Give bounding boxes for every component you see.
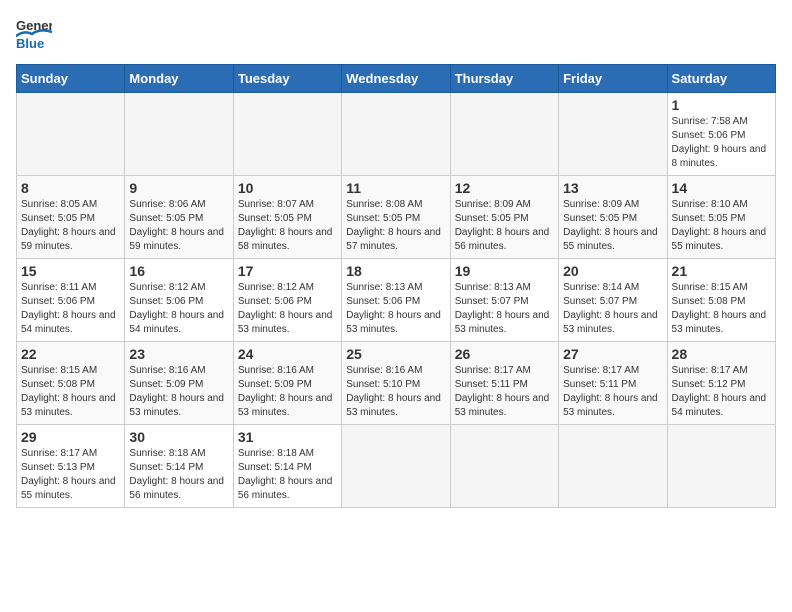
day-number: 25: [346, 346, 445, 362]
calendar-cell: 31 Sunrise: 8:18 AMSunset: 5:14 PMDaylig…: [233, 425, 341, 508]
weekday-header-monday: Monday: [125, 65, 233, 93]
day-number: 18: [346, 263, 445, 279]
day-info: Sunrise: 8:15 AMSunset: 5:08 PMDaylight:…: [21, 364, 120, 420]
calendar-cell: 11 Sunrise: 8:08 AMSunset: 5:05 PMDaylig…: [342, 176, 450, 259]
day-info: Sunrise: 8:18 AMSunset: 5:14 PMDaylight:…: [129, 447, 228, 503]
day-info: Sunrise: 8:12 AMSunset: 5:06 PMDaylight:…: [129, 281, 228, 337]
calendar-cell: 28 Sunrise: 8:17 AMSunset: 5:12 PMDaylig…: [667, 342, 775, 425]
day-info: Sunrise: 8:13 AMSunset: 5:06 PMDaylight:…: [346, 281, 445, 337]
calendar-cell: 13 Sunrise: 8:09 AMSunset: 5:05 PMDaylig…: [559, 176, 667, 259]
day-info: Sunrise: 8:13 AMSunset: 5:07 PMDaylight:…: [455, 281, 554, 337]
calendar-cell: [559, 93, 667, 176]
day-number: 17: [238, 263, 337, 279]
calendar-cell: [342, 425, 450, 508]
day-number: 29: [21, 429, 120, 445]
calendar-cell: 21 Sunrise: 8:15 AMSunset: 5:08 PMDaylig…: [667, 259, 775, 342]
day-number: 8: [21, 180, 120, 196]
day-number: 27: [563, 346, 662, 362]
day-info: Sunrise: 8:17 AMSunset: 5:12 PMDaylight:…: [672, 364, 771, 420]
calendar-cell: [450, 93, 558, 176]
day-info: Sunrise: 8:16 AMSunset: 5:09 PMDaylight:…: [129, 364, 228, 420]
calendar-cell: 24 Sunrise: 8:16 AMSunset: 5:09 PMDaylig…: [233, 342, 341, 425]
calendar-table: SundayMondayTuesdayWednesdayThursdayFrid…: [16, 64, 776, 508]
calendar-cell: 14 Sunrise: 8:10 AMSunset: 5:05 PMDaylig…: [667, 176, 775, 259]
weekday-header-friday: Friday: [559, 65, 667, 93]
day-info: Sunrise: 8:09 AMSunset: 5:05 PMDaylight:…: [563, 198, 662, 254]
day-info: Sunrise: 8:17 AMSunset: 5:13 PMDaylight:…: [21, 447, 120, 503]
svg-text:Blue: Blue: [16, 36, 44, 51]
day-info: Sunrise: 8:08 AMSunset: 5:05 PMDaylight:…: [346, 198, 445, 254]
day-info: Sunrise: 8:05 AMSunset: 5:05 PMDaylight:…: [21, 198, 120, 254]
weekday-header-thursday: Thursday: [450, 65, 558, 93]
calendar-cell: [667, 425, 775, 508]
page-header: General Blue: [16, 16, 776, 52]
day-info: Sunrise: 8:15 AMSunset: 5:08 PMDaylight:…: [672, 281, 771, 337]
weekday-header-wednesday: Wednesday: [342, 65, 450, 93]
calendar-cell: [450, 425, 558, 508]
day-number: 19: [455, 263, 554, 279]
day-number: 26: [455, 346, 554, 362]
day-number: 11: [346, 180, 445, 196]
calendar-cell: 19 Sunrise: 8:13 AMSunset: 5:07 PMDaylig…: [450, 259, 558, 342]
day-info: Sunrise: 8:07 AMSunset: 5:05 PMDaylight:…: [238, 198, 337, 254]
day-number: 28: [672, 346, 771, 362]
calendar-cell: [17, 93, 125, 176]
calendar-cell: [559, 425, 667, 508]
day-number: 9: [129, 180, 228, 196]
weekday-header-sunday: Sunday: [17, 65, 125, 93]
calendar-cell: 22 Sunrise: 8:15 AMSunset: 5:08 PMDaylig…: [17, 342, 125, 425]
calendar-cell: 16 Sunrise: 8:12 AMSunset: 5:06 PMDaylig…: [125, 259, 233, 342]
calendar-cell: 10 Sunrise: 8:07 AMSunset: 5:05 PMDaylig…: [233, 176, 341, 259]
calendar-cell: 25 Sunrise: 8:16 AMSunset: 5:10 PMDaylig…: [342, 342, 450, 425]
calendar-cell: 15 Sunrise: 8:11 AMSunset: 5:06 PMDaylig…: [17, 259, 125, 342]
calendar-cell: 17 Sunrise: 8:12 AMSunset: 5:06 PMDaylig…: [233, 259, 341, 342]
day-number: 30: [129, 429, 228, 445]
day-info: Sunrise: 8:17 AMSunset: 5:11 PMDaylight:…: [563, 364, 662, 420]
day-info: Sunrise: 8:12 AMSunset: 5:06 PMDaylight:…: [238, 281, 337, 337]
weekday-header-saturday: Saturday: [667, 65, 775, 93]
calendar-cell: [233, 93, 341, 176]
calendar-cell: 20 Sunrise: 8:14 AMSunset: 5:07 PMDaylig…: [559, 259, 667, 342]
calendar-cell: 23 Sunrise: 8:16 AMSunset: 5:09 PMDaylig…: [125, 342, 233, 425]
day-number: 10: [238, 180, 337, 196]
day-info: Sunrise: 8:16 AMSunset: 5:10 PMDaylight:…: [346, 364, 445, 420]
calendar-cell: [125, 93, 233, 176]
day-info: Sunrise: 8:11 AMSunset: 5:06 PMDaylight:…: [21, 281, 120, 337]
day-info: Sunrise: 8:18 AMSunset: 5:14 PMDaylight:…: [238, 447, 337, 503]
calendar-cell: 1 Sunrise: 7:58 AMSunset: 5:06 PMDayligh…: [667, 93, 775, 176]
calendar-cell: 12 Sunrise: 8:09 AMSunset: 5:05 PMDaylig…: [450, 176, 558, 259]
calendar-cell: 27 Sunrise: 8:17 AMSunset: 5:11 PMDaylig…: [559, 342, 667, 425]
day-info: Sunrise: 8:16 AMSunset: 5:09 PMDaylight:…: [238, 364, 337, 420]
day-info: Sunrise: 8:09 AMSunset: 5:05 PMDaylight:…: [455, 198, 554, 254]
day-info: Sunrise: 8:06 AMSunset: 5:05 PMDaylight:…: [129, 198, 228, 254]
day-number: 22: [21, 346, 120, 362]
weekday-header-tuesday: Tuesday: [233, 65, 341, 93]
calendar-cell: 8 Sunrise: 8:05 AMSunset: 5:05 PMDayligh…: [17, 176, 125, 259]
logo: General Blue: [16, 16, 52, 52]
day-info: Sunrise: 7:58 AMSunset: 5:06 PMDaylight:…: [672, 115, 771, 171]
day-number: 15: [21, 263, 120, 279]
calendar-cell: 29 Sunrise: 8:17 AMSunset: 5:13 PMDaylig…: [17, 425, 125, 508]
calendar-cell: [342, 93, 450, 176]
day-number: 16: [129, 263, 228, 279]
calendar-cell: 18 Sunrise: 8:13 AMSunset: 5:06 PMDaylig…: [342, 259, 450, 342]
day-info: Sunrise: 8:17 AMSunset: 5:11 PMDaylight:…: [455, 364, 554, 420]
calendar-cell: 9 Sunrise: 8:06 AMSunset: 5:05 PMDayligh…: [125, 176, 233, 259]
day-number: 12: [455, 180, 554, 196]
day-number: 1: [672, 97, 771, 113]
day-info: Sunrise: 8:10 AMSunset: 5:05 PMDaylight:…: [672, 198, 771, 254]
day-number: 14: [672, 180, 771, 196]
calendar-cell: 30 Sunrise: 8:18 AMSunset: 5:14 PMDaylig…: [125, 425, 233, 508]
calendar-cell: 26 Sunrise: 8:17 AMSunset: 5:11 PMDaylig…: [450, 342, 558, 425]
day-number: 24: [238, 346, 337, 362]
day-number: 20: [563, 263, 662, 279]
day-number: 23: [129, 346, 228, 362]
day-number: 13: [563, 180, 662, 196]
day-info: Sunrise: 8:14 AMSunset: 5:07 PMDaylight:…: [563, 281, 662, 337]
day-number: 21: [672, 263, 771, 279]
logo-icon: General Blue: [16, 16, 52, 52]
day-number: 31: [238, 429, 337, 445]
